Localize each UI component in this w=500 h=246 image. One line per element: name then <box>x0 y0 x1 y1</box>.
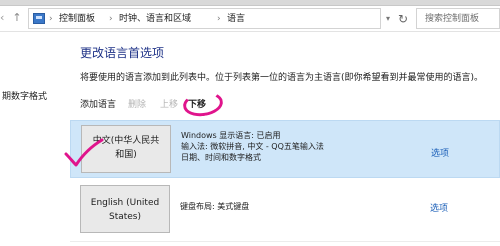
options-link[interactable]: 选项 <box>430 201 448 214</box>
language-row-chinese[interactable]: 中文(中华人民共 和国) Windows 显示语言: 已启用 输入法: 微软拼音… <box>70 120 500 178</box>
language-info-line: 输入法: 微软拼音, 中文 - QQ五笔输入法 <box>181 142 324 151</box>
control-panel-icon <box>33 13 45 24</box>
annotation-checkmark <box>64 138 104 167</box>
delete-button[interactable]: 删除 <box>128 98 146 112</box>
language-name-line1: English (United <box>90 198 160 208</box>
language-info-line: Windows 显示语言: 已启用 <box>181 131 281 140</box>
chevron-down-icon[interactable]: ▾ <box>386 12 396 26</box>
language-info-line: 日期、时间和数字格式 <box>181 153 261 162</box>
search-input[interactable]: 搜索控制面板 <box>416 8 500 29</box>
chevron-right-icon: › <box>109 14 113 24</box>
language-row-english[interactable]: English (United States) 键盘布局: 美式键盘 选项 <box>70 178 500 242</box>
up-arrow-icon[interactable]: ↑ <box>10 10 24 26</box>
language-list: 中文(中华人民共 和国) Windows 显示语言: 已启用 输入法: 微软拼音… <box>70 118 500 246</box>
breadcrumb-clock-language-region[interactable]: 时钟、语言和区域 <box>119 12 191 26</box>
chevron-right-icon: › <box>49 14 53 24</box>
annotation-circle <box>181 89 225 119</box>
left-pane: 期数字格式 <box>0 33 58 246</box>
page-description: 将要使用的语言添加到此列表中。位于列表第一位的语言为主语言(即你希望看到并最常使… <box>80 73 484 83</box>
language-tile[interactable]: English (United States) <box>80 185 170 233</box>
refresh-icon[interactable]: ↻ <box>398 11 412 27</box>
language-name-line2: States) <box>108 212 142 222</box>
chevron-right-icon: › <box>217 14 221 24</box>
language-info-line: 键盘布局: 美式键盘 <box>180 202 250 211</box>
page-title: 更改语言首选项 <box>80 46 165 60</box>
address-bar[interactable]: › 控制面板 › 时钟、语言和区域 › 语言 <box>28 8 381 29</box>
address-bar-row: ‹ ↑ › 控制面板 › 时钟、语言和区域 › 语言 ▾ ↻ 搜索控制面板 <box>0 6 500 32</box>
move-up-button[interactable]: 上移 <box>160 98 178 112</box>
add-language-button[interactable]: 添加语言 <box>80 98 116 112</box>
options-link[interactable]: 选项 <box>431 146 449 159</box>
breadcrumb-language[interactable]: 语言 <box>227 12 245 26</box>
back-arrow-icon[interactable]: ‹ <box>0 10 8 26</box>
breadcrumb-control-panel[interactable]: 控制面板 <box>59 12 95 26</box>
search-placeholder: 搜索控制面板 <box>425 14 480 24</box>
date-number-format-link[interactable]: 期数字格式 <box>2 89 47 102</box>
